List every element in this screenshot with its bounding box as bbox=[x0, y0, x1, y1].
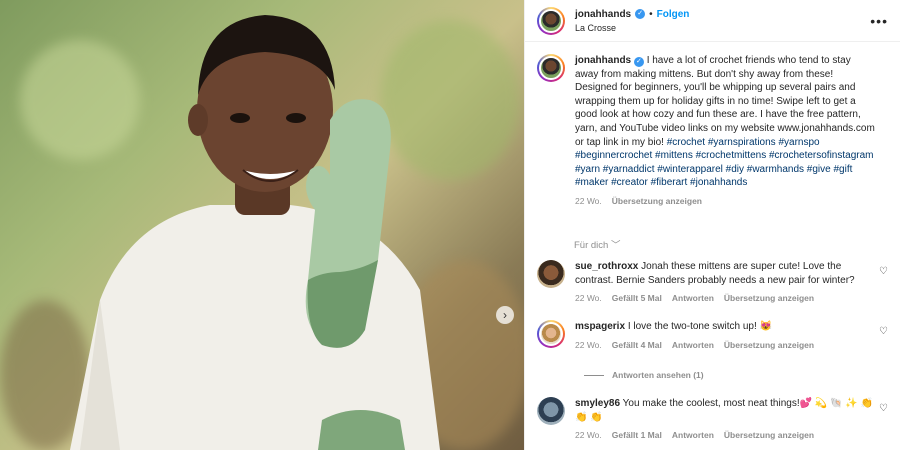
comment-age[interactable]: 22 Wo. bbox=[575, 340, 602, 350]
translate-button[interactable]: Übersetzung anzeigen bbox=[724, 293, 814, 303]
post-header: jonahhands ✓ • Folgen La Crosse ••• bbox=[525, 0, 900, 42]
follow-button[interactable]: Folgen bbox=[657, 9, 690, 20]
caption-meta: 22 Wo. Übersetzung anzeigen bbox=[575, 196, 875, 206]
view-replies-label[interactable]: Antworten ansehen (1) bbox=[612, 370, 704, 380]
boy-wearing-crochet-mitten-image bbox=[70, 15, 440, 450]
next-image-chevron-right-icon[interactable]: › bbox=[496, 306, 514, 324]
translate-button[interactable]: Übersetzung anzeigen bbox=[724, 340, 814, 350]
caption-body: I have a lot of crochet friends who tend… bbox=[575, 55, 875, 148]
for-you-dropdown[interactable]: Für dich ﹀ bbox=[574, 237, 620, 251]
commenter-username[interactable]: sue_rothroxx bbox=[575, 261, 638, 272]
author-avatar[interactable] bbox=[537, 6, 565, 35]
like-heart-icon[interactable]: ♡ bbox=[879, 266, 889, 277]
comment-age[interactable]: 22 Wo. bbox=[575, 293, 602, 303]
commenter-avatar[interactable] bbox=[537, 260, 565, 288]
comment-likes[interactable]: Gefällt 4 Mal bbox=[612, 340, 662, 350]
instagram-post-view: › jonahhands ✓ • Folgen La Crosse ••• jo… bbox=[0, 0, 900, 450]
comment-likes[interactable]: Gefällt 1 Mal bbox=[612, 430, 662, 440]
caption-text: jonahhands ✓ I have a lot of crochet fri… bbox=[575, 54, 875, 190]
post-photo[interactable]: › bbox=[0, 0, 524, 450]
more-options-icon[interactable]: ••• bbox=[870, 13, 888, 29]
comment-likes[interactable]: Gefällt 5 Mal bbox=[612, 293, 662, 303]
post-sidebar: jonahhands ✓ • Folgen La Crosse ••• jona… bbox=[524, 0, 900, 450]
verified-badge-icon: ✓ bbox=[635, 9, 646, 19]
like-heart-icon[interactable]: ♡ bbox=[879, 403, 889, 414]
comment-item: sue_rothroxx Jonah these mittens are sup… bbox=[537, 260, 889, 303]
commenter-avatar[interactable] bbox=[537, 397, 565, 425]
view-replies-button[interactable]: Antworten ansehen (1) bbox=[584, 370, 704, 380]
translate-button[interactable]: Übersetzung anzeigen bbox=[724, 430, 814, 440]
verified-badge-icon: ✓ bbox=[633, 57, 644, 67]
like-heart-icon[interactable]: ♡ bbox=[879, 326, 889, 337]
commenter-username[interactable]: smyley86 bbox=[575, 398, 620, 409]
comment-item: smyley86 You make the coolest, most neat… bbox=[537, 397, 889, 440]
comment-text: You make the coolest, most neat things!💕… bbox=[575, 398, 873, 423]
reply-button[interactable]: Antworten bbox=[672, 340, 714, 350]
author-username[interactable]: jonahhands bbox=[575, 9, 631, 20]
caption-username[interactable]: jonahhands bbox=[575, 55, 631, 66]
comment-item: mspagerix I love the two-tone switch up!… bbox=[537, 320, 889, 350]
reply-button[interactable]: Antworten bbox=[672, 430, 714, 440]
comment-age[interactable]: 22 Wo. bbox=[575, 430, 602, 440]
reply-button[interactable]: Antworten bbox=[672, 293, 714, 303]
post-caption: jonahhands ✓ I have a lot of crochet fri… bbox=[525, 42, 900, 206]
comment-text: I love the two-tone switch up! 😻 bbox=[627, 321, 772, 332]
translate-button[interactable]: Übersetzung anzeigen bbox=[612, 196, 702, 206]
caption-avatar[interactable] bbox=[537, 54, 565, 82]
commenter-avatar[interactable] bbox=[537, 320, 565, 348]
post-age[interactable]: 22 Wo. bbox=[575, 196, 602, 206]
post-location[interactable]: La Crosse bbox=[575, 23, 870, 33]
separator-dot: • bbox=[649, 8, 653, 20]
commenter-username[interactable]: mspagerix bbox=[575, 321, 625, 332]
replies-divider bbox=[584, 374, 604, 376]
